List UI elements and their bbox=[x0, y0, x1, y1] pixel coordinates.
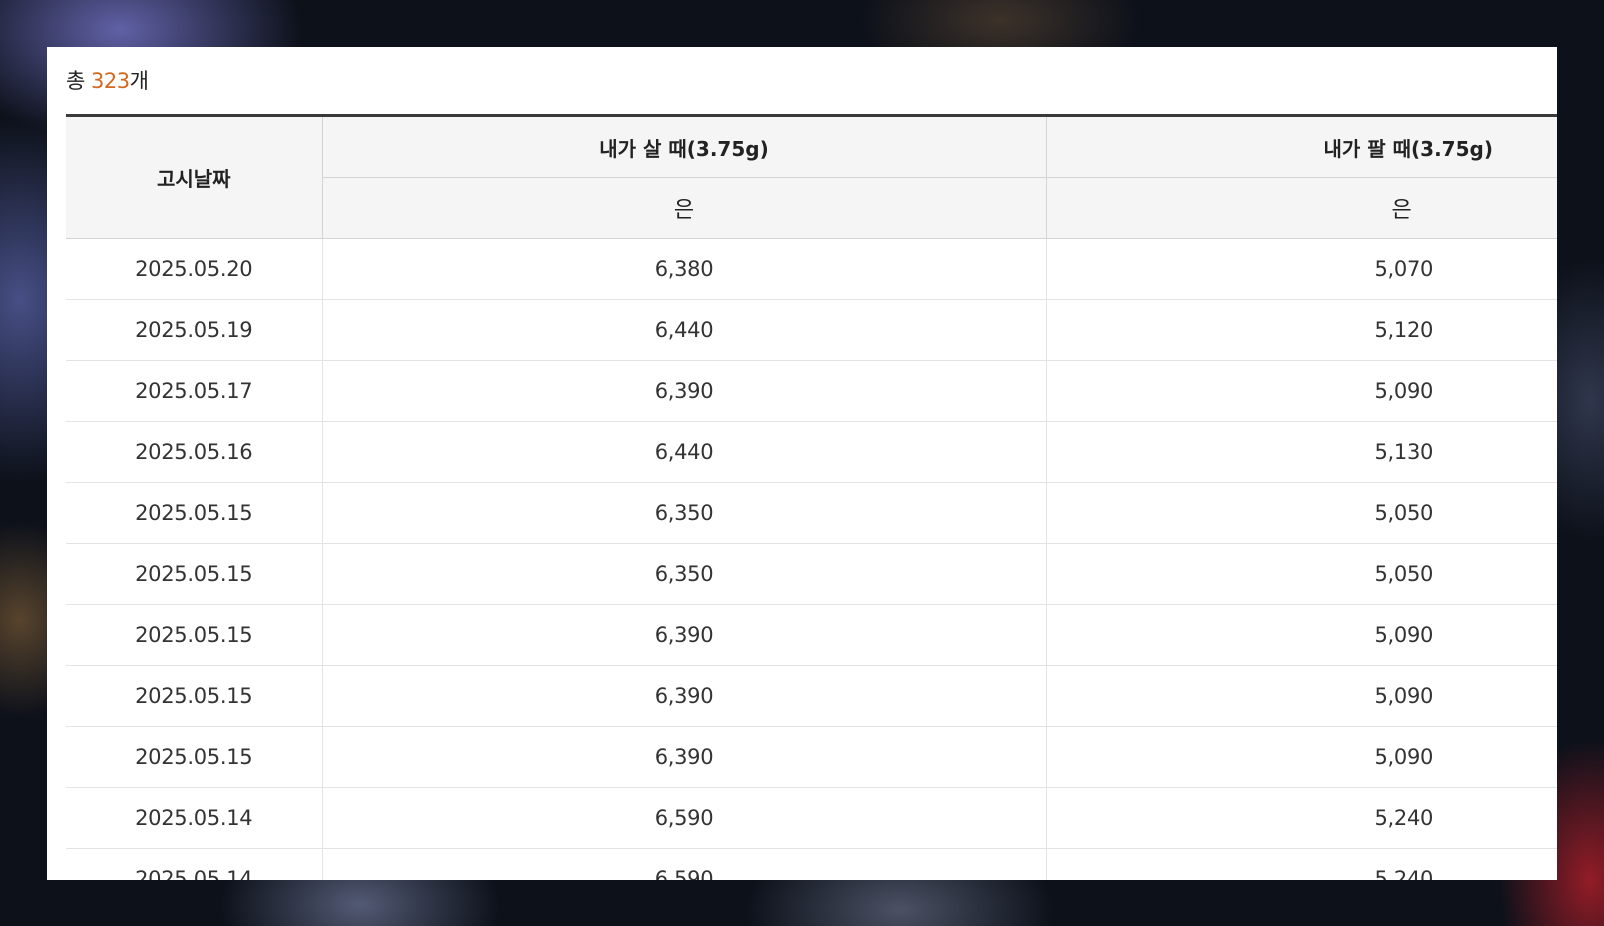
cell-sell-price: 5,240 bbox=[1045, 848, 1557, 880]
cell-buy-price: 6,590 bbox=[321, 787, 1046, 849]
table-row: 2025.05.15 6,390 5,090 bbox=[66, 665, 1557, 727]
cell-date: 2025.05.15 bbox=[66, 482, 322, 544]
cell-buy-price: 6,390 bbox=[321, 665, 1046, 727]
cell-buy-price: 6,390 bbox=[321, 604, 1046, 666]
table-row: 2025.05.14 6,590 5,240 bbox=[66, 848, 1557, 880]
cell-sell-price: 5,050 bbox=[1045, 482, 1557, 544]
header-sell: 내가 팔 때(3.75g) bbox=[1045, 115, 1557, 178]
cell-buy-price: 6,380 bbox=[321, 238, 1046, 300]
table-row: 2025.05.19 6,440 5,120 bbox=[66, 299, 1557, 361]
silver-price-table: 고시날짜 내가 살 때(3.75g) 내가 팔 때(3.75g) 은 은 202… bbox=[66, 114, 1557, 880]
total-prefix: 총 bbox=[66, 69, 91, 93]
header-sell-silver: 은 bbox=[1045, 177, 1557, 239]
cell-date: 2025.05.15 bbox=[66, 604, 322, 666]
table-row: 2025.05.20 6,380 5,070 bbox=[66, 238, 1557, 300]
cell-date: 2025.05.15 bbox=[66, 665, 322, 727]
cell-buy-price: 6,390 bbox=[321, 360, 1046, 422]
table-row: 2025.05.14 6,590 5,240 bbox=[66, 787, 1557, 849]
cell-sell-price: 5,240 bbox=[1045, 787, 1557, 849]
cell-date: 2025.05.15 bbox=[66, 726, 322, 788]
cell-sell-price: 5,120 bbox=[1045, 299, 1557, 361]
header-buy-silver: 은 bbox=[321, 177, 1046, 239]
cell-buy-price: 6,350 bbox=[321, 482, 1046, 544]
cell-sell-price: 5,090 bbox=[1045, 360, 1557, 422]
cell-sell-price: 5,050 bbox=[1045, 543, 1557, 605]
cell-sell-price: 5,090 bbox=[1045, 604, 1557, 666]
cell-date: 2025.05.14 bbox=[66, 787, 322, 849]
price-panel: 총 323개 고시날짜 내가 살 때(3.75g) 내가 팔 때(3.75g) … bbox=[47, 47, 1557, 880]
cell-sell-price: 5,090 bbox=[1045, 726, 1557, 788]
cell-date: 2025.05.15 bbox=[66, 543, 322, 605]
cell-date: 2025.05.14 bbox=[66, 848, 322, 880]
table-row: 2025.05.15 6,350 5,050 bbox=[66, 543, 1557, 605]
cell-buy-price: 6,590 bbox=[321, 848, 1046, 880]
total-suffix: 개 bbox=[129, 69, 149, 93]
cell-date: 2025.05.17 bbox=[66, 360, 322, 422]
header-buy: 내가 살 때(3.75g) bbox=[321, 115, 1046, 178]
cell-date: 2025.05.19 bbox=[66, 299, 322, 361]
total-count-label: 총 323개 bbox=[66, 65, 149, 95]
table-row: 2025.05.15 6,350 5,050 bbox=[66, 482, 1557, 544]
table-row: 2025.05.15 6,390 5,090 bbox=[66, 726, 1557, 788]
total-count: 323 bbox=[91, 69, 130, 93]
table-row: 2025.05.15 6,390 5,090 bbox=[66, 604, 1557, 666]
cell-buy-price: 6,350 bbox=[321, 543, 1046, 605]
table-row: 2025.05.17 6,390 5,090 bbox=[66, 360, 1557, 422]
cell-sell-price: 5,090 bbox=[1045, 665, 1557, 727]
cell-date: 2025.05.20 bbox=[66, 238, 322, 300]
cell-sell-price: 5,070 bbox=[1045, 238, 1557, 300]
header-date: 고시날짜 bbox=[66, 115, 322, 239]
cell-sell-price: 5,130 bbox=[1045, 421, 1557, 483]
cell-buy-price: 6,440 bbox=[321, 299, 1046, 361]
cell-buy-price: 6,390 bbox=[321, 726, 1046, 788]
cell-buy-price: 6,440 bbox=[321, 421, 1046, 483]
cell-date: 2025.05.16 bbox=[66, 421, 322, 483]
table-row: 2025.05.16 6,440 5,130 bbox=[66, 421, 1557, 483]
